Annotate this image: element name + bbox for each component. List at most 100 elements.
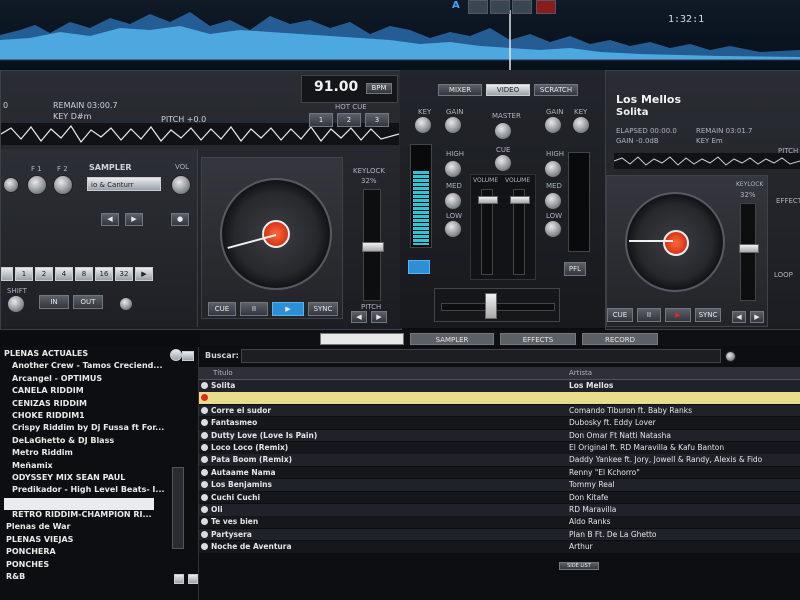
tab-effects[interactable]: EFFECTS: [500, 333, 576, 345]
tab-video[interactable]: VIDEO: [486, 84, 530, 96]
file-row[interactable]: Corre el sudor Comando Tiburon ft. Baby R…: [199, 404, 800, 417]
folder-item[interactable]: CHOKE RIDDIM1: [4, 411, 164, 423]
overview-waveform[interactable]: A 1:32:1: [0, 0, 800, 71]
loop-in-button[interactable]: IN: [39, 295, 69, 309]
pause-button-left[interactable]: II: [240, 302, 268, 316]
play-button-left[interactable]: ▶: [272, 302, 304, 316]
col-title-header[interactable]: Título: [213, 369, 233, 377]
sampler-prev-button[interactable]: ◀: [101, 213, 119, 226]
loop-left-button[interactable]: [1, 267, 13, 281]
loop-1-button[interactable]: 1: [15, 267, 33, 281]
f2-knob[interactable]: [53, 175, 73, 195]
folder-item[interactable]: CANELA RIDDIM: [4, 386, 164, 398]
eq-high-knob-left[interactable]: [444, 160, 462, 178]
jog-wheel[interactable]: [220, 178, 332, 290]
sampler-select[interactable]: io & Canturr: [87, 177, 161, 191]
crossfader-track[interactable]: [441, 303, 555, 311]
tree-cloud-icon[interactable]: [182, 351, 194, 361]
tab-mixer[interactable]: MIXER: [438, 84, 482, 96]
pitch-up-right-button[interactable]: ▶: [750, 311, 764, 323]
folder-item[interactable]: Meñamix: [4, 461, 164, 473]
cue-knob[interactable]: [494, 154, 512, 172]
eq-high-knob-right[interactable]: [544, 160, 562, 178]
tree-remove-button[interactable]: [188, 574, 198, 584]
sampler-rec-button[interactable]: ●: [171, 213, 189, 226]
pitch-down-right-button[interactable]: ◀: [732, 311, 746, 323]
hot-cue-2-button[interactable]: 2: [337, 113, 361, 127]
eq-low-knob-left[interactable]: [444, 220, 462, 238]
tab-sampler[interactable]: SAMPLER: [410, 333, 494, 345]
volume-fader-left[interactable]: [478, 189, 498, 275]
bpm-button[interactable]: BPM: [366, 83, 392, 94]
folder-item[interactable]: PLENAS ACTUALES: [4, 349, 164, 361]
tab-record[interactable]: RECORD: [582, 333, 658, 345]
loop-next-button[interactable]: ▶: [135, 267, 153, 281]
file-row[interactable]: Loco Loco (Remix) El Original ft. RD Mara…: [199, 442, 800, 454]
file-row[interactable]: Te ves bien Aldo Ranks: [199, 516, 800, 528]
sampler-vol-knob[interactable]: [171, 175, 191, 195]
pitch-down-left-button[interactable]: ◀: [351, 311, 367, 323]
col-artist-header[interactable]: Artista: [569, 369, 592, 377]
folder-item[interactable]: CENIZAS RIDDIM: [4, 399, 164, 411]
tab-browser[interactable]: [320, 333, 404, 345]
folder-item[interactable]: DeLaGhetto & DJ Blass: [4, 436, 164, 448]
sync-button-left[interactable]: SYNC: [308, 302, 338, 316]
shift-knob[interactable]: [7, 295, 25, 313]
loop-16-button[interactable]: 16: [95, 267, 113, 281]
folder-item[interactable]: Crispy Riddim by Dj Fussa ft For...: [4, 423, 164, 435]
left-knob[interactable]: [3, 177, 19, 193]
tree-add-icon[interactable]: [170, 349, 182, 361]
file-row[interactable]: Pata Boom (Remix) Daddy Yankee ft. Jory, …: [199, 454, 800, 466]
eq-low-knob-right[interactable]: [544, 220, 562, 238]
hot-cue-3-button[interactable]: 3: [365, 113, 389, 127]
file-row[interactable]: Dutty Love (Love Is Pain) Don Omar Ft Nat…: [199, 429, 800, 442]
folder-item[interactable]: Metro Riddim: [4, 448, 164, 460]
folder-item[interactable]: Arcangel - OPTIMUS: [4, 374, 164, 386]
folder-item[interactable]: Another Crew - Tamos Creciend...: [4, 361, 164, 373]
loop-32-button[interactable]: 32: [115, 267, 133, 281]
folder-item[interactable]: PONCHERA: [4, 547, 164, 559]
file-row[interactable]: Solita Los Mellos: [199, 380, 800, 392]
pitch-fader-left-cap[interactable]: [362, 242, 384, 252]
eq-med-knob-left[interactable]: [444, 192, 462, 210]
tree-scrollbar[interactable]: [172, 467, 184, 549]
search-option-icon[interactable]: [725, 351, 736, 362]
folder-item[interactable]: [4, 497, 154, 511]
file-row[interactable]: Partysera Plan B Ft. De La Ghetto: [199, 528, 800, 541]
loop-4-button[interactable]: 4: [55, 267, 73, 281]
pfl-button-left[interactable]: [408, 260, 430, 274]
file-row[interactable]: Noche de Aventura Arthur: [199, 541, 800, 553]
sync-button-right[interactable]: SYNC: [695, 308, 721, 322]
cue-button-right[interactable]: CUE: [607, 308, 633, 322]
key-knob-right[interactable]: [572, 116, 590, 134]
volume-fader-left-cap[interactable]: [478, 196, 498, 204]
folder-item[interactable]: RETRO RIDDIM-CHAMPION RI...: [4, 510, 164, 522]
pitch-fader-right-cap[interactable]: [739, 244, 759, 253]
f1-knob[interactable]: [27, 175, 47, 195]
gain-knob-right[interactable]: [544, 116, 562, 134]
folder-item[interactable]: ODYSSEY MIX SEAN PAUL: [4, 473, 164, 485]
folder-item[interactable]: Plenas de War: [4, 522, 164, 534]
crossfader-cap[interactable]: [485, 293, 497, 319]
search-input[interactable]: [241, 349, 721, 363]
key-knob-left[interactable]: [414, 116, 432, 134]
file-row[interactable]: Cuchi Cuchi Don Kitafe: [199, 491, 800, 504]
eq-med-knob-right[interactable]: [544, 192, 562, 210]
side-list-button[interactable]: SIDE LIST: [559, 562, 599, 570]
pause-button-right[interactable]: II: [637, 308, 661, 322]
jog-wheel-right[interactable]: [625, 192, 725, 292]
file-row[interactable]: Fantasmeo Dubosky ft. Eddy Lover: [199, 417, 800, 429]
volume-fader-right-cap[interactable]: [510, 196, 530, 204]
pfl-button-right[interactable]: PFL: [564, 262, 586, 276]
tab-scratch[interactable]: SCRATCH: [534, 84, 578, 96]
file-row[interactable]: Los Benjamins Tommy Real: [199, 479, 800, 491]
master-knob[interactable]: [494, 122, 512, 140]
loop-8-button[interactable]: 8: [75, 267, 93, 281]
folder-item[interactable]: PONCHES: [4, 560, 164, 572]
tree-add-button[interactable]: [174, 574, 184, 584]
pitch-fader-right[interactable]: [739, 203, 759, 301]
deck-right-waveform[interactable]: [614, 153, 800, 169]
pitch-fader-left[interactable]: [362, 189, 384, 301]
play-button-right[interactable]: ▶: [665, 308, 691, 322]
volume-fader-right[interactable]: [510, 189, 530, 275]
